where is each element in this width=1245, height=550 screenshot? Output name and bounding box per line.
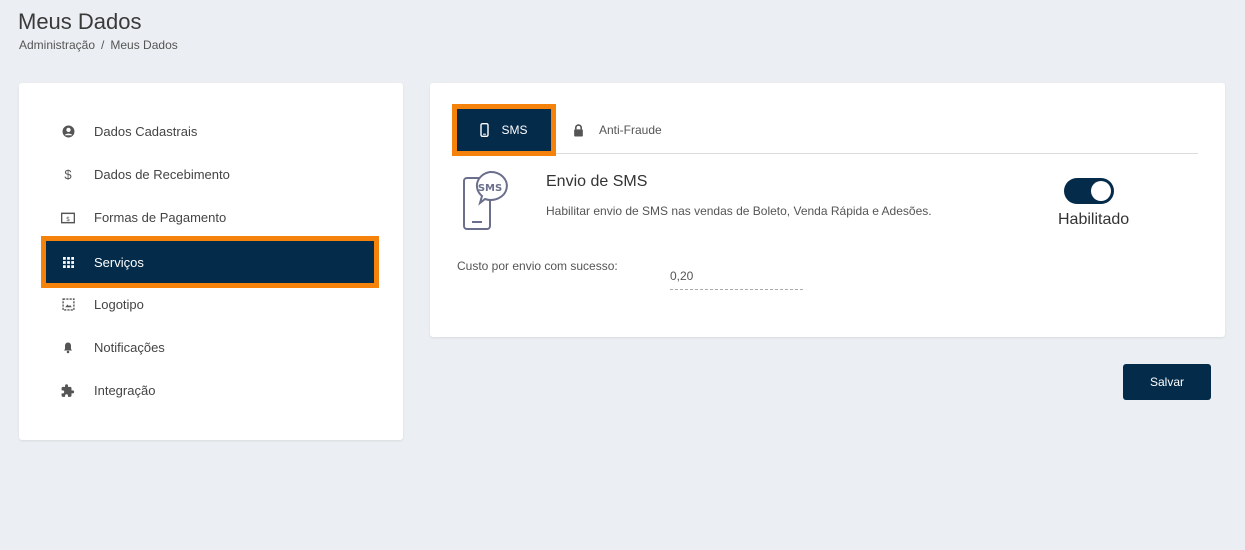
sidebar-item-logotipo[interactable]: Logotipo [41,283,379,326]
sidebar-item-dados-recebimento[interactable]: $ Dados de Recebimento [41,153,379,196]
sms-description: Habilitar envio de SMS nas vendas de Bol… [546,204,932,218]
sidebar-item-formas-pagamento[interactable]: $ Formas de Pagamento [41,196,379,239]
account-circle-icon [61,125,75,139]
sidebar-item-label: Serviços [94,254,144,270]
svg-text:$: $ [66,214,70,222]
tabs-divider [452,153,1198,154]
bell-icon [61,341,75,355]
payment-icon: $ [61,211,75,225]
tab-anti-fraude-label: Anti-Fraude [599,123,662,137]
save-button[interactable]: Salvar [1123,364,1211,400]
sidebar-item-label: Logotipo [94,297,144,312]
puzzle-icon [61,383,75,398]
sidebar-item-dados-cadastrais[interactable]: Dados Cadastrais [41,110,379,153]
sidebar-item-servicos[interactable]: Serviços [41,236,379,288]
breadcrumb-separator: / [101,38,105,52]
dollar-icon: $ [64,167,72,182]
phone-icon [480,123,490,137]
sidebar-item-integracao[interactable]: Integração [41,369,379,412]
sidebar-item-notificacoes[interactable]: Notificações [41,326,379,369]
image-icon [61,298,75,312]
sidebar-item-label: Formas de Pagamento [94,210,227,225]
sidebar-item-label: Notificações [94,340,165,355]
grid-icon [61,255,75,269]
toggle-knob [1091,181,1111,201]
toggle-label: Habilitado [1058,211,1130,228]
sms-enabled-toggle[interactable] [1064,178,1114,204]
page-title: Meus Dados [18,9,142,34]
sidebar-item-label: Dados de Recebimento [94,167,230,182]
lock-icon [573,123,584,137]
sms-title: Envio de SMS [546,173,648,190]
cost-input[interactable] [670,262,803,290]
sms-phone-illustration-icon: SMS [460,170,512,237]
cost-label: Custo por envio com sucesso: [457,259,618,273]
sidebar-item-label: Integração [94,383,156,398]
tab-anti-fraude[interactable]: Anti-Fraude [565,112,662,148]
breadcrumb: Administração / Meus Dados [19,38,178,52]
sidebar-item-label: Dados Cadastrais [94,124,198,139]
tab-sms[interactable]: SMS [452,104,556,156]
breadcrumb-item-meus-dados: Meus Dados [110,38,178,52]
sms-illustration-text: SMS [478,183,502,194]
tab-sms-label: SMS [501,123,528,137]
breadcrumb-item-administracao[interactable]: Administração [19,38,95,52]
